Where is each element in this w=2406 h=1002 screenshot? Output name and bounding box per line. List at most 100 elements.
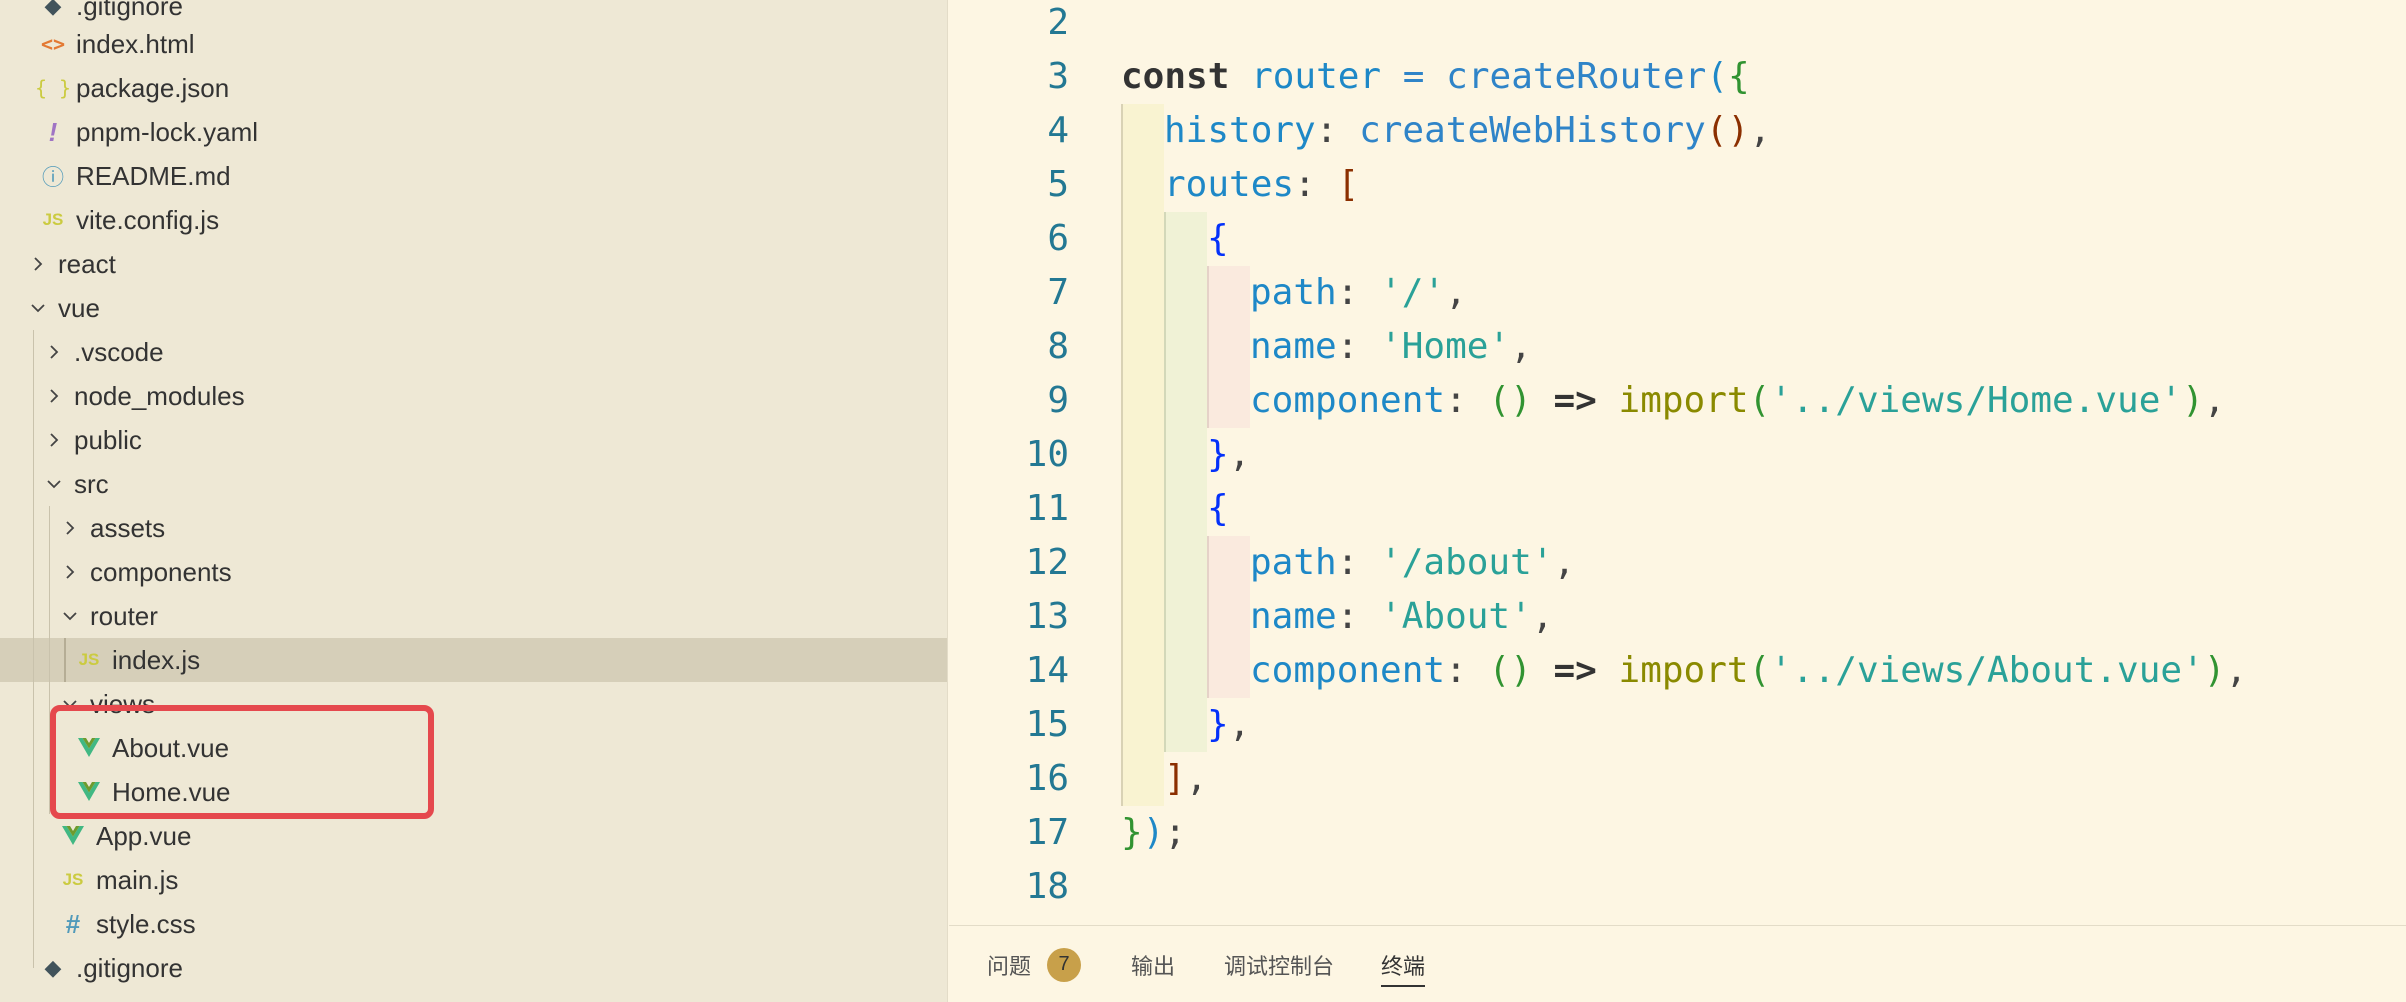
code-token: ] <box>1164 758 1186 799</box>
code-line[interactable]: 2 <box>949 0 2406 50</box>
code-text: component: () => import('../views/Home.v… <box>1250 374 2225 428</box>
file-item[interactable]: ◆ .gitignore <box>0 946 947 990</box>
code-line[interactable]: 11 { <box>949 482 2406 536</box>
info-icon: ⓘ <box>41 165 64 190</box>
folder-item[interactable]: vue <box>0 286 947 330</box>
code-token: => <box>1553 380 1597 421</box>
code-token: : <box>1294 164 1338 205</box>
code-line[interactable]: 18 <box>949 860 2406 914</box>
code-text: path: '/', <box>1250 266 1467 320</box>
code-token: } <box>1207 434 1229 475</box>
code-text: const router = createRouter({ <box>1121 50 1750 104</box>
code-line[interactable]: 10}, <box>949 428 2406 482</box>
code-line[interactable]: 16], <box>949 752 2406 806</box>
file-item[interactable]: App.vue <box>0 814 947 858</box>
file-tree-label: index.js <box>112 644 201 675</box>
folder-item[interactable]: components <box>0 550 947 594</box>
folder-item[interactable]: assets <box>0 506 947 550</box>
code-line[interactable]: 5 routes: [ <box>949 158 2406 212</box>
file-tree-label: .vscode <box>74 336 164 367</box>
folder-item[interactable]: router <box>0 594 947 638</box>
code-token: component <box>1250 380 1446 421</box>
indent-guide <box>1164 698 1207 752</box>
folder-item[interactable]: .vscode <box>0 330 947 374</box>
file-tree-label: pnpm-lock.yaml <box>76 116 259 147</box>
tab-terminal[interactable]: 终端 <box>1381 926 1426 1002</box>
folder-item[interactable]: src <box>0 462 947 506</box>
code-text: }, <box>1207 698 1250 752</box>
line-number: 13 <box>1025 596 1069 637</box>
code-line[interactable]: 17}); <box>949 806 2406 860</box>
folder-item[interactable]: react <box>0 242 947 286</box>
indent-guide <box>1121 644 1164 698</box>
code-text: history: createWebHistory(), <box>1164 104 1771 158</box>
code-token: { <box>1727 56 1750 97</box>
folder-item[interactable]: public <box>0 418 947 462</box>
tab-problems[interactable]: 问题 7 <box>987 926 1082 1002</box>
file-tree-label: assets <box>90 512 166 543</box>
file-item[interactable]: # style.css <box>0 902 947 946</box>
code-token: } <box>1121 812 1143 853</box>
file-item[interactable]: ⓘ README.md <box>0 154 947 198</box>
indent-guide <box>1121 428 1164 482</box>
file-item[interactable]: JS index.js <box>0 638 947 682</box>
file-item[interactable]: JS main.js <box>0 858 947 902</box>
tab-output[interactable]: 输出 <box>1131 926 1175 1002</box>
code-line[interactable]: 4 history: createWebHistory(), <box>949 104 2406 158</box>
code-line[interactable]: 7 path: '/', <box>949 266 2406 320</box>
file-tree-label: node_modules <box>74 380 245 411</box>
code-token: => <box>1553 650 1597 691</box>
code-token: ( <box>1748 380 1771 421</box>
line-number: 5 <box>1047 164 1069 205</box>
code-token: = <box>1402 56 1425 97</box>
file-item[interactable]: { } package.json <box>0 66 947 110</box>
chevron-right-icon <box>60 513 80 543</box>
code-token: name <box>1250 326 1337 367</box>
code-text: name: 'About', <box>1250 590 1553 644</box>
code-line[interactable]: 19 export default router <box>949 914 2406 925</box>
file-tree-label: index.html <box>76 28 195 59</box>
line-number: 19 <box>949 914 1069 925</box>
line-number: 10 <box>1025 434 1069 475</box>
code-line[interactable]: 9 component: () => import('../views/Home.… <box>949 374 2406 428</box>
code-line[interactable]: 3 const router = createRouter({ <box>949 50 2406 104</box>
code-token: ( <box>1706 56 1728 97</box>
bottom-panel-tabs: 问题 7 输出 调试控制台 终端 <box>949 925 2406 1002</box>
file-item[interactable]: <> index.html <box>0 22 947 66</box>
indent-guide <box>1164 590 1207 644</box>
line-number: 3 <box>1047 56 1069 97</box>
code-line[interactable]: 12 path: '/about', <box>949 536 2406 590</box>
js-icon: JS <box>42 210 64 229</box>
file-item[interactable]: ! pnpm-lock.yaml <box>0 110 947 154</box>
code-token: () <box>1705 110 1750 151</box>
code-editor[interactable]: 2 3 const router = createRouter({4 history:… <box>949 0 2406 925</box>
line-number: 14 <box>1025 650 1069 691</box>
code-text: routes: [ <box>1164 158 1359 212</box>
code-line[interactable]: 15}, <box>949 698 2406 752</box>
code-line[interactable]: 6{ <box>949 212 2406 266</box>
indent-guide <box>1121 482 1164 536</box>
code-line[interactable]: 13 name: 'About', <box>949 590 2406 644</box>
code-line[interactable]: 8 name: 'Home', <box>949 320 2406 374</box>
chevron-down-icon <box>60 601 80 631</box>
code-token: 'About' <box>1380 596 1532 637</box>
indent-guide <box>1207 266 1250 320</box>
chevron-down-icon <box>28 293 48 323</box>
file-tree-label: package.json <box>76 72 230 103</box>
code-line[interactable]: 14 component: () => import('../views/Abou… <box>949 644 2406 698</box>
file-item[interactable]: JS vite.config.js <box>0 198 947 242</box>
code-token: path <box>1250 542 1337 583</box>
json-icon: { } <box>34 76 72 100</box>
file-explorer: ◆ .gitignore <> index.html{ } package.json! p… <box>0 0 948 1002</box>
code-token: , <box>1185 758 1208 799</box>
code-token: () <box>1488 380 1532 421</box>
file-tree-label: components <box>90 556 232 587</box>
tab-debug-console[interactable]: 调试控制台 <box>1224 926 1334 1002</box>
line-number: 11 <box>1025 488 1069 529</box>
code-token: path <box>1250 272 1337 313</box>
folder-item[interactable]: node_modules <box>0 374 947 418</box>
chevron-right-icon <box>60 557 80 587</box>
code-token: '/about' <box>1380 542 1554 583</box>
file-tree-label: react <box>58 248 116 279</box>
